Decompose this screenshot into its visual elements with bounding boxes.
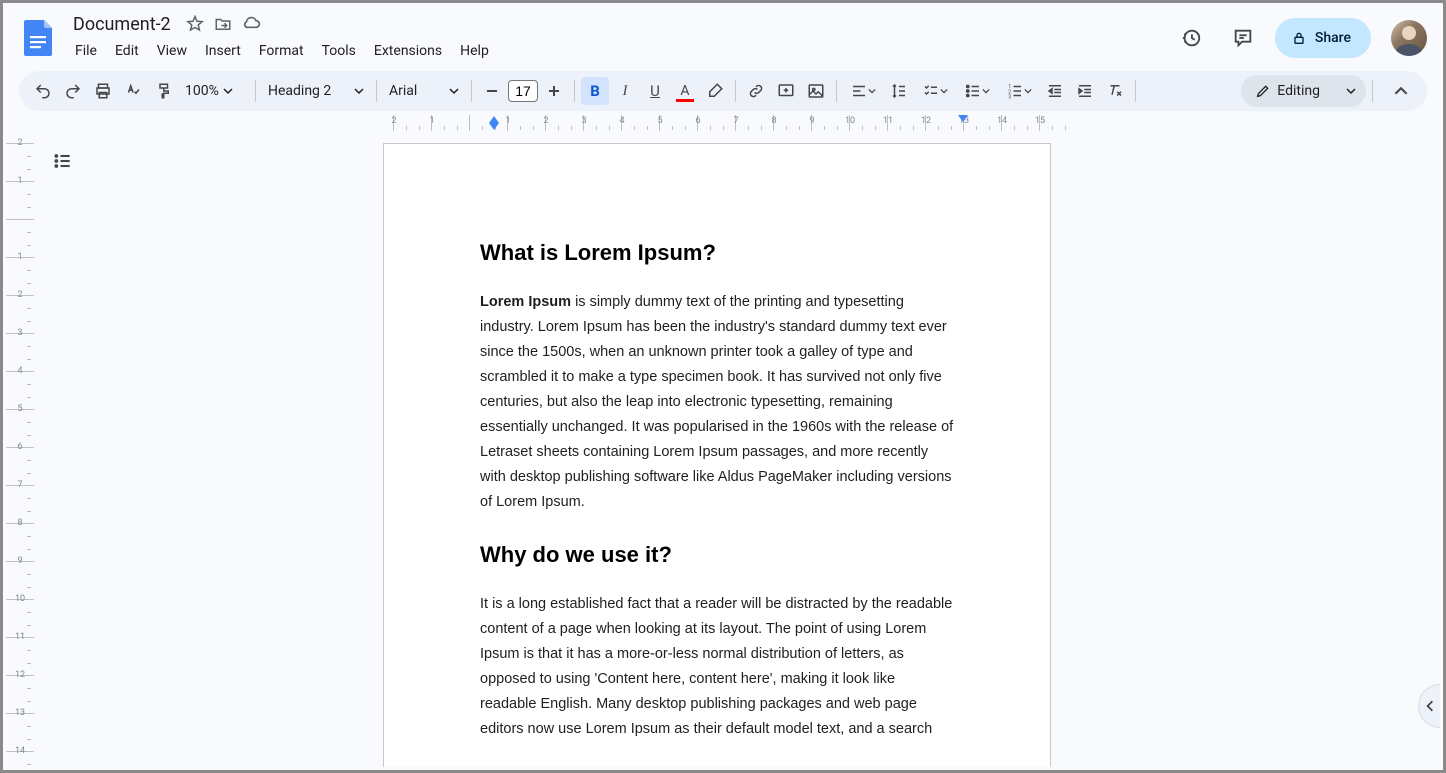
spellcheck-button[interactable] [119,77,147,105]
header: Document-2 File Edit View Insert Format … [3,3,1443,67]
numbered-list-button[interactable]: 123 [999,77,1039,105]
editing-mode-button[interactable]: Editing [1241,75,1366,107]
menu-bar: File Edit View Insert Format Tools Exten… [67,37,1171,65]
document-title[interactable]: Document-2 [67,14,177,35]
font-size-increase[interactable] [540,77,568,105]
docs-logo[interactable] [19,18,59,58]
cloud-icon[interactable] [241,14,261,34]
style-value: Heading 2 [268,83,331,99]
toolbar: 100% Heading 2 Arial B I U A 123 Editing [19,71,1427,111]
svg-text:3: 3 [1008,95,1011,101]
menu-insert[interactable]: Insert [197,39,249,63]
highlight-button[interactable] [701,77,729,105]
page[interactable]: What is Lorem Ipsum? Lorem Ipsum is simp… [383,143,1051,767]
chevron-down-icon [449,86,459,96]
style-dropdown[interactable]: Heading 2 [262,77,370,105]
menu-format[interactable]: Format [251,39,312,63]
heading-1[interactable]: What is Lorem Ipsum? [480,240,954,266]
menu-tools[interactable]: Tools [314,39,364,63]
font-size-input[interactable] [508,80,538,102]
collapse-toolbar-button[interactable] [1385,75,1417,107]
chevron-down-icon [1346,86,1356,96]
history-icon[interactable] [1171,18,1211,58]
chevron-down-icon [940,87,948,95]
share-button[interactable]: Share [1275,18,1371,58]
italic-button[interactable]: I [611,77,639,105]
menu-help[interactable]: Help [452,39,497,63]
editing-mode-label: Editing [1277,83,1320,99]
line-spacing-button[interactable] [885,77,913,105]
paint-format-button[interactable] [149,77,177,105]
checklist-button[interactable] [915,77,955,105]
comment-button[interactable] [772,77,800,105]
document-area: What is Lorem Ipsum? Lorem Ipsum is simp… [35,135,1440,767]
clear-formatting-button[interactable] [1101,77,1129,105]
share-label: Share [1315,30,1351,46]
para1-text: is simply dummy text of the printing and… [480,294,953,510]
font-dropdown[interactable]: Arial [383,77,465,105]
image-button[interactable] [802,77,830,105]
ruler-vertical[interactable]: 211234567891011121314 [6,135,34,767]
comments-icon[interactable] [1223,18,1263,58]
menu-file[interactable]: File [67,39,105,63]
font-size-decrease[interactable] [478,77,506,105]
ruler-horizontal[interactable]: 21123456789101112131415 [35,115,1443,131]
decrease-indent-button[interactable] [1041,77,1069,105]
lock-icon [1291,30,1307,46]
link-button[interactable] [742,77,770,105]
indent-marker-right[interactable] [958,115,968,122]
header-right: Share [1171,18,1427,58]
paragraph-1[interactable]: Lorem Ipsum is simply dummy text of the … [480,290,954,514]
text-color-button[interactable]: A [671,77,699,105]
menu-view[interactable]: View [149,39,195,63]
chevron-down-icon [354,86,364,96]
heading-2[interactable]: Why do we use it? [480,542,954,568]
bold-button[interactable]: B [581,77,609,105]
avatar[interactable] [1391,20,1427,56]
align-button[interactable] [843,77,883,105]
chevron-down-icon [982,87,990,95]
bold-text: Lorem Ipsum [480,294,571,310]
zoom-dropdown[interactable]: 100% [179,77,249,105]
underline-button[interactable]: U [641,77,669,105]
chevron-down-icon [223,86,233,96]
chevron-down-icon [868,87,876,95]
bulleted-list-button[interactable] [957,77,997,105]
redo-button[interactable] [59,77,87,105]
zoom-value: 100% [185,83,219,99]
title-area: Document-2 File Edit View Insert Format … [67,11,1171,65]
pencil-icon [1255,83,1271,99]
print-button[interactable] [89,77,117,105]
increase-indent-button[interactable] [1071,77,1099,105]
star-icon[interactable] [185,14,205,34]
undo-button[interactable] [29,77,57,105]
menu-edit[interactable]: Edit [107,39,147,63]
chevron-down-icon [1024,87,1032,95]
move-icon[interactable] [213,14,233,34]
menu-extensions[interactable]: Extensions [366,39,450,63]
font-value: Arial [389,83,417,99]
indent-marker-left[interactable] [489,115,499,130]
paragraph-2[interactable]: It is a long established fact that a rea… [480,592,954,742]
outline-button[interactable] [49,147,77,175]
